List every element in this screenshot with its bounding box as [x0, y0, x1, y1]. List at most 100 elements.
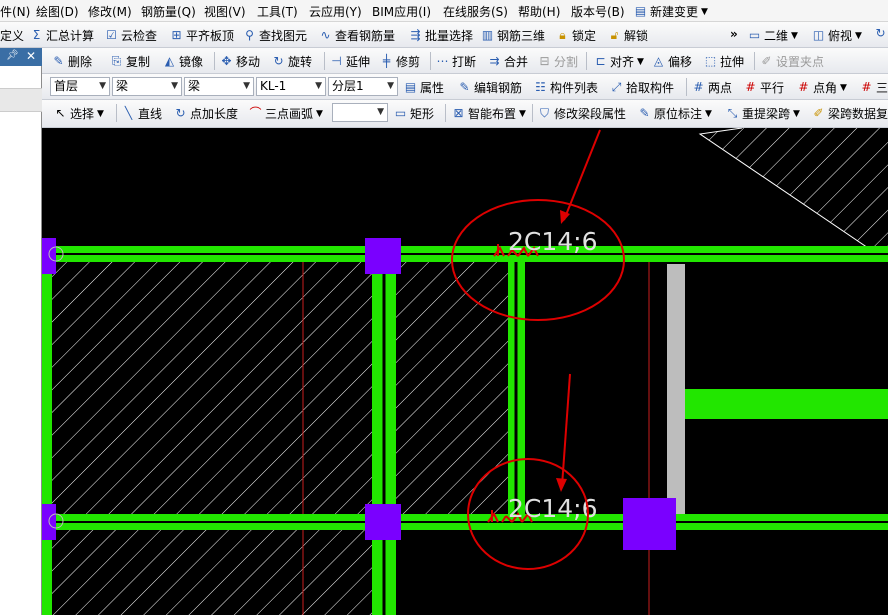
menu-modify[interactable]: 修改(M) [88, 3, 132, 20]
set-grip-button[interactable]: ✐ 设置夹点 [760, 53, 824, 70]
point-angle-dropdown[interactable]: # 点角 ▼ [797, 79, 846, 96]
column[interactable] [365, 504, 401, 540]
menu-online-service[interactable]: 在线服务(S) [443, 3, 508, 20]
floor-select[interactable]: 首层 ▼ [50, 77, 110, 96]
rebar-label-bottom[interactable]: 2C14;6 [508, 494, 598, 523]
wall[interactable] [667, 264, 685, 514]
level-slab-button[interactable]: ⊞ 平齐板顶 [170, 27, 234, 44]
drawing-canvas[interactable]: 2C14;6 2C14;6 [42, 128, 888, 615]
line-button[interactable]: ╲ 直线 [122, 105, 162, 122]
chevron-down-icon: ▼ [377, 107, 384, 117]
menu-file[interactable]: 件(N) [0, 3, 30, 20]
rebar-3d-button[interactable]: ▥ 钢筋三维 [481, 27, 545, 44]
drawing-svg[interactable]: 2C14;6 2C14;6 [42, 128, 888, 615]
properties-button[interactable]: ▤ 属性 [404, 79, 444, 96]
chevron-down-icon: ▼ [793, 108, 800, 119]
view-2d-icon: ▭ [748, 28, 761, 42]
smart-layout-icon: ⊠ [453, 106, 464, 120]
chevron-down-icon: ▼ [701, 6, 708, 17]
align-dropdown[interactable]: ⊏ 对齐 ▼ [594, 53, 643, 70]
stretch-button[interactable]: ⬚ 拉伸 [704, 53, 744, 70]
pin-icon[interactable]: 📌︎ [6, 50, 19, 61]
properties-icon: ▤ [404, 80, 417, 94]
view-mode-dropdown[interactable]: ▭ 二维 ▼ [748, 27, 798, 44]
rectangle-button[interactable]: ▭ 矩形 [394, 105, 434, 122]
arrowhead-icon [556, 478, 567, 492]
menu-draw[interactable]: 绘图(D) [36, 3, 79, 20]
mirror-button[interactable]: ◭ 镜像 [163, 53, 203, 70]
span-data-button[interactable]: ✐ 梁跨数据复 [812, 105, 888, 122]
rebar-label-top[interactable]: 2C14;6 [508, 227, 598, 256]
type-select[interactable]: 梁 ▼ [184, 77, 254, 96]
point-length-button[interactable]: ↻ 点加长度 [174, 105, 238, 122]
cursor-icon: ↖ [55, 106, 66, 120]
column[interactable] [365, 238, 401, 274]
rotate-button[interactable]: ↻ 旋转 [272, 53, 312, 70]
smart-layout-dropdown[interactable]: ⊠ 智能布置 ▼ [452, 105, 525, 122]
component-list-button[interactable]: ☷ 构件列表 [534, 79, 598, 96]
view-direction-dropdown[interactable]: ◫ 俯视 ▼ [812, 27, 862, 44]
extend-button[interactable]: ⊣ 延伸 [330, 53, 370, 70]
chevron-down-icon: ▼ [705, 108, 712, 119]
offset-button[interactable]: ◬ 偏移 [652, 53, 692, 70]
panel-row[interactable] [0, 88, 42, 112]
binoculars-icon: ⚲ [245, 28, 254, 42]
trim-button[interactable]: ╪ 修剪 [380, 53, 420, 70]
component-select[interactable]: KL-1 ▼ [256, 77, 326, 96]
pick-component-button[interactable]: ⤢ 拾取构件 [610, 79, 674, 96]
summary-calc-button[interactable]: Σ 汇总计算 [30, 27, 94, 44]
list-icon: ☷ [535, 80, 546, 94]
lock-button[interactable]: 🔒︎ 锁定 [556, 27, 596, 44]
delete-button[interactable]: ✎ 删除 [52, 53, 92, 70]
split-icon: ⊟ [539, 54, 550, 68]
more-tools-button[interactable]: » [730, 27, 738, 41]
view-mode-label: 二维 [764, 29, 789, 43]
view-rebar-button[interactable]: ∿ 查看钢筋量 [319, 27, 395, 44]
merge-button[interactable]: ⇉ 合并 [488, 53, 528, 70]
floor-value: 首层 [54, 79, 79, 93]
two-points-button[interactable]: # 两点 [692, 79, 732, 96]
define-button[interactable]: 定义 [0, 27, 24, 44]
edit-rebar-button[interactable]: ✎ 编辑钢筋 [458, 79, 522, 96]
chevron-down-icon: ▼ [316, 108, 323, 119]
point-angle-icon: # [798, 80, 809, 94]
three-point-arc-dropdown[interactable]: ⌒ 三点画弧 ▼ [249, 105, 323, 122]
find-element-button[interactable]: ⚲ 查找图元 [243, 27, 307, 44]
line-icon: ╲ [124, 106, 133, 120]
parallel-button[interactable]: # 平行 [744, 79, 784, 96]
menu-help[interactable]: 帮助(H) [518, 3, 560, 20]
split-button[interactable]: ⊟ 分割 [538, 53, 578, 70]
menu-bim[interactable]: BIM应用(I) [372, 3, 431, 20]
select-dropdown[interactable]: ↖ 选择 ▼ [54, 105, 103, 122]
dynamic-view-icon[interactable]: ↻ [874, 27, 887, 40]
menu-view[interactable]: 视图(V) [204, 3, 246, 20]
chevron-down-icon: ▼ [171, 81, 178, 91]
beam-left[interactable] [42, 246, 52, 615]
move-button[interactable]: ✥ 移动 [220, 53, 260, 70]
category-select[interactable]: 梁 ▼ [112, 77, 182, 96]
break-button[interactable]: ⋯ 打断 [436, 53, 477, 70]
menu-rebar-quantity[interactable]: 钢筋量(Q) [141, 3, 196, 20]
menu-cloud[interactable]: 云应用(Y) [309, 3, 362, 20]
batch-select-button[interactable]: ⇶ 批量选择 [409, 27, 473, 44]
close-icon[interactable]: ✕ [26, 49, 36, 63]
modify-span-props-button[interactable]: ⛉ 修改梁段属性 [538, 105, 626, 122]
menu-version[interactable]: 版本号(B) [571, 3, 625, 20]
beam-right[interactable] [676, 389, 888, 419]
column[interactable] [623, 498, 676, 550]
arc-option-select[interactable]: ▼ [332, 103, 388, 122]
three-point-axis-button[interactable]: # 三 [860, 79, 888, 96]
rectangle-label: 矩形 [410, 107, 435, 121]
component-value: KL-1 [260, 79, 287, 93]
mirror-label: 镜像 [179, 55, 204, 69]
menu-new-change[interactable]: ▤ 新建变更 ▼ [634, 3, 708, 20]
copy-button[interactable]: ⎘ 复制 [110, 53, 150, 70]
rebar-3d-label: 钢筋三维 [497, 29, 546, 43]
menu-tools[interactable]: 工具(T) [257, 3, 298, 20]
cloud-check-button[interactable]: ☑ 云检查 [105, 27, 157, 44]
in-situ-label-dropdown[interactable]: ✎ 原位标注 ▼ [638, 105, 712, 122]
slab-icon: ⊞ [171, 28, 182, 42]
unlock-button[interactable]: 🔓︎ 解锁 [608, 27, 648, 44]
sublayer-select[interactable]: 分层1 ▼ [328, 77, 398, 96]
re-extract-span-dropdown[interactable]: ⤡ 重提梁跨 ▼ [726, 105, 800, 122]
